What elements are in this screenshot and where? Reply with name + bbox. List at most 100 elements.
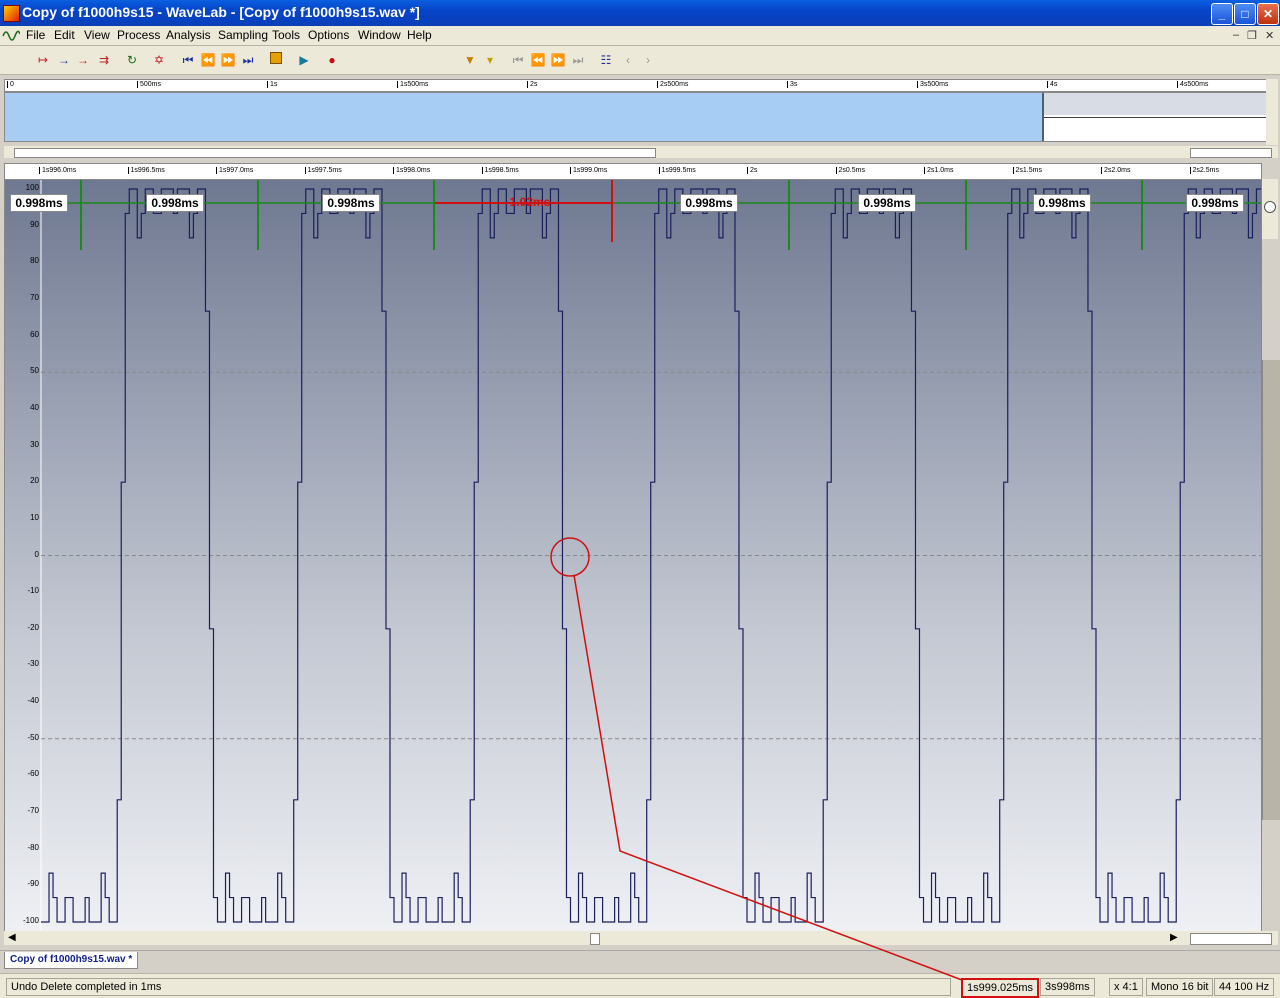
overview-scroll-thumb[interactable] (14, 148, 656, 158)
overview-waveform[interactable] (4, 92, 1268, 142)
menu-process[interactable]: Process (117, 28, 160, 42)
docked-panel-edge[interactable] (1262, 360, 1280, 820)
title-bar: Copy of f1000h9s15 - WaveLab - [Copy of … (0, 0, 1280, 26)
wave-app-icon[interactable] (2, 28, 20, 43)
waveform-svg[interactable] (5, 180, 1261, 931)
close-button[interactable]: ✕ (1257, 3, 1279, 25)
waveform-view[interactable]: 100 90 80 70 60 50 40 30 20 10 0 -10 -20 -30 -40 -50 -60… (4, 179, 1262, 932)
y-axis-label: 30 (30, 439, 39, 449)
y-axis-label: 20 (30, 476, 39, 486)
y-axis-label: -20 (27, 622, 39, 632)
menu-tools[interactable]: Tools (272, 28, 300, 42)
main-ruler-tick: 1s998.0ms (393, 167, 430, 174)
prev-marker-icon[interactable]: ⏮ (510, 52, 526, 68)
toolbar: ↦ → → ⇉ ↻ ✡ ⏮ ⏪ ⏩ ⏭ ▶ ● ▼ ▾ ⏮ ⏪ ⏩ ⏭ ☷ ‹ … (0, 46, 1280, 75)
rewind-icon[interactable]: ⏪ (200, 52, 216, 68)
marker-start-icon[interactable]: ↦ (35, 52, 51, 68)
period-label: 0.998ms (146, 194, 204, 212)
overview-selection (5, 93, 1044, 141)
sample-rate[interactable]: 44 100 Hz (1214, 978, 1275, 996)
mdi-minimize-icon[interactable]: – (1233, 29, 1239, 41)
maximize-button[interactable]: □ (1234, 3, 1256, 25)
y-axis-label: -40 (27, 696, 39, 706)
next-marker-icon[interactable]: ⏩ (550, 52, 566, 68)
period-label: 0.998ms (322, 194, 380, 212)
scroll-right-icon[interactable]: ▶ (1170, 932, 1178, 943)
vertical-zoom-knob[interactable] (1264, 201, 1276, 213)
y-axis-label: 100 (25, 183, 39, 192)
audio-format[interactable]: Mono 16 bit (1146, 978, 1214, 996)
overview-ruler-tick: 2s (527, 81, 537, 88)
zoom-level[interactable]: x 4:1 (1109, 978, 1143, 996)
minimize-button[interactable]: _ (1211, 3, 1233, 25)
menu-view[interactable]: View (84, 28, 110, 42)
overview-ruler-tick: 0 (7, 81, 14, 88)
forward-nav-icon[interactable]: › (640, 52, 656, 68)
menu-help[interactable]: Help (407, 28, 432, 42)
record-icon[interactable]: ● (324, 52, 340, 68)
main-ruler-tick: 2s2.0ms (1101, 167, 1130, 174)
menu-analysis[interactable]: Analysis (166, 28, 211, 42)
go-start-icon[interactable]: ⏮ (180, 52, 196, 68)
document-tab[interactable]: Copy of f1000h9s15.wav * (4, 952, 139, 969)
marker-arrow-icon[interactable]: → (56, 52, 72, 68)
overview-ruler-tick: 1s500ms (397, 81, 428, 88)
y-axis-label: -100 (22, 916, 39, 925)
period-label: 0.998ms (10, 194, 68, 212)
y-axis-label: 70 (30, 292, 39, 302)
y-axis-label: -30 (27, 659, 39, 669)
main-ruler-tick: 1s997.0ms (216, 167, 253, 174)
marker-multi-icon[interactable]: ⇉ (96, 52, 112, 68)
main-ruler-tick: 1s996.5ms (127, 167, 165, 174)
zoom-slider[interactable] (1190, 933, 1272, 945)
scroll-left-icon[interactable]: ◀ (8, 932, 16, 943)
overview-ruler[interactable]: 0 500ms 1s 1s500ms 2s 2s500ms 3s 3s500ms 4s 4s500… (4, 79, 1268, 92)
status-message: Undo Delete completed in 1ms (6, 978, 951, 996)
main-ruler-tick: 1s999.0ms (570, 167, 607, 174)
main-ruler[interactable]: 1s996.0ms 1s996.5ms 1s997.0ms 1s997.5ms 1s99… (4, 163, 1262, 180)
y-axis-label: 80 (30, 256, 39, 266)
mdi-close-icon[interactable]: ✕ (1265, 29, 1274, 42)
back-icon[interactable]: ‹ (620, 52, 636, 68)
marker-dropdown-icon[interactable]: ▾ (482, 52, 498, 68)
overview-zoom-slider[interactable] (1190, 148, 1272, 158)
wavelab-app-icon[interactable] (3, 5, 20, 22)
loop-icon[interactable]: ↻ (124, 52, 140, 68)
main-ruler-tick: 2s1.0ms (924, 167, 953, 174)
file-length[interactable]: 3s998ms (1040, 978, 1095, 996)
prev-marker2-icon[interactable]: ⏪ (530, 52, 546, 68)
go-end-icon[interactable]: ⏭ (240, 52, 256, 68)
main-ruler-tick: 1s996.0ms (39, 167, 76, 174)
marker-list-icon[interactable]: ☷ (598, 52, 614, 68)
cut-marker-icon[interactable]: ✡ (151, 52, 167, 68)
menu-options[interactable]: Options (308, 28, 349, 42)
menu-sampling[interactable]: Sampling (218, 28, 268, 42)
menu-edit[interactable]: Edit (54, 28, 75, 42)
scroll-thumb[interactable] (590, 933, 600, 945)
main-ruler-tick: 1s999.5ms (658, 167, 696, 174)
marker-red-arrow-icon[interactable]: → (75, 52, 91, 68)
y-axis-label: -50 (27, 732, 39, 742)
marker-filter-icon[interactable]: ▼ (462, 52, 478, 68)
y-axis-label: -10 (27, 586, 39, 596)
horizontal-scrollbar[interactable]: ◀ ▶ (4, 931, 1278, 945)
cursor-time[interactable]: 1s999.025ms (961, 978, 1040, 998)
overview-scrollbar[interactable] (4, 146, 1278, 158)
overview-ruler-tick: 2s500ms (657, 81, 688, 88)
main-ruler-tick: 1s998.5ms (481, 167, 519, 174)
main-ruler-tick: 2s2.5ms (1189, 167, 1219, 174)
menu-window[interactable]: Window (358, 28, 401, 42)
window-title: Copy of f1000h9s15 - WaveLab - [Copy of … (22, 4, 420, 20)
main-ruler-tick: 1s997.5ms (304, 167, 342, 174)
stop-icon[interactable] (268, 52, 284, 68)
mdi-restore-icon[interactable]: ❐ (1247, 29, 1257, 42)
vertical-zoom[interactable] (1262, 179, 1278, 239)
forward-icon[interactable]: ⏩ (220, 52, 236, 68)
play-icon[interactable]: ▶ (296, 52, 312, 68)
y-axis-label: -90 (27, 879, 39, 889)
menu-file[interactable]: File (26, 28, 45, 42)
overview-vertical-zoom[interactable] (1266, 79, 1278, 145)
overview-zero-line (1044, 117, 1267, 118)
y-axis-label: 10 (30, 512, 39, 522)
next-marker2-icon[interactable]: ⏭ (570, 52, 586, 68)
